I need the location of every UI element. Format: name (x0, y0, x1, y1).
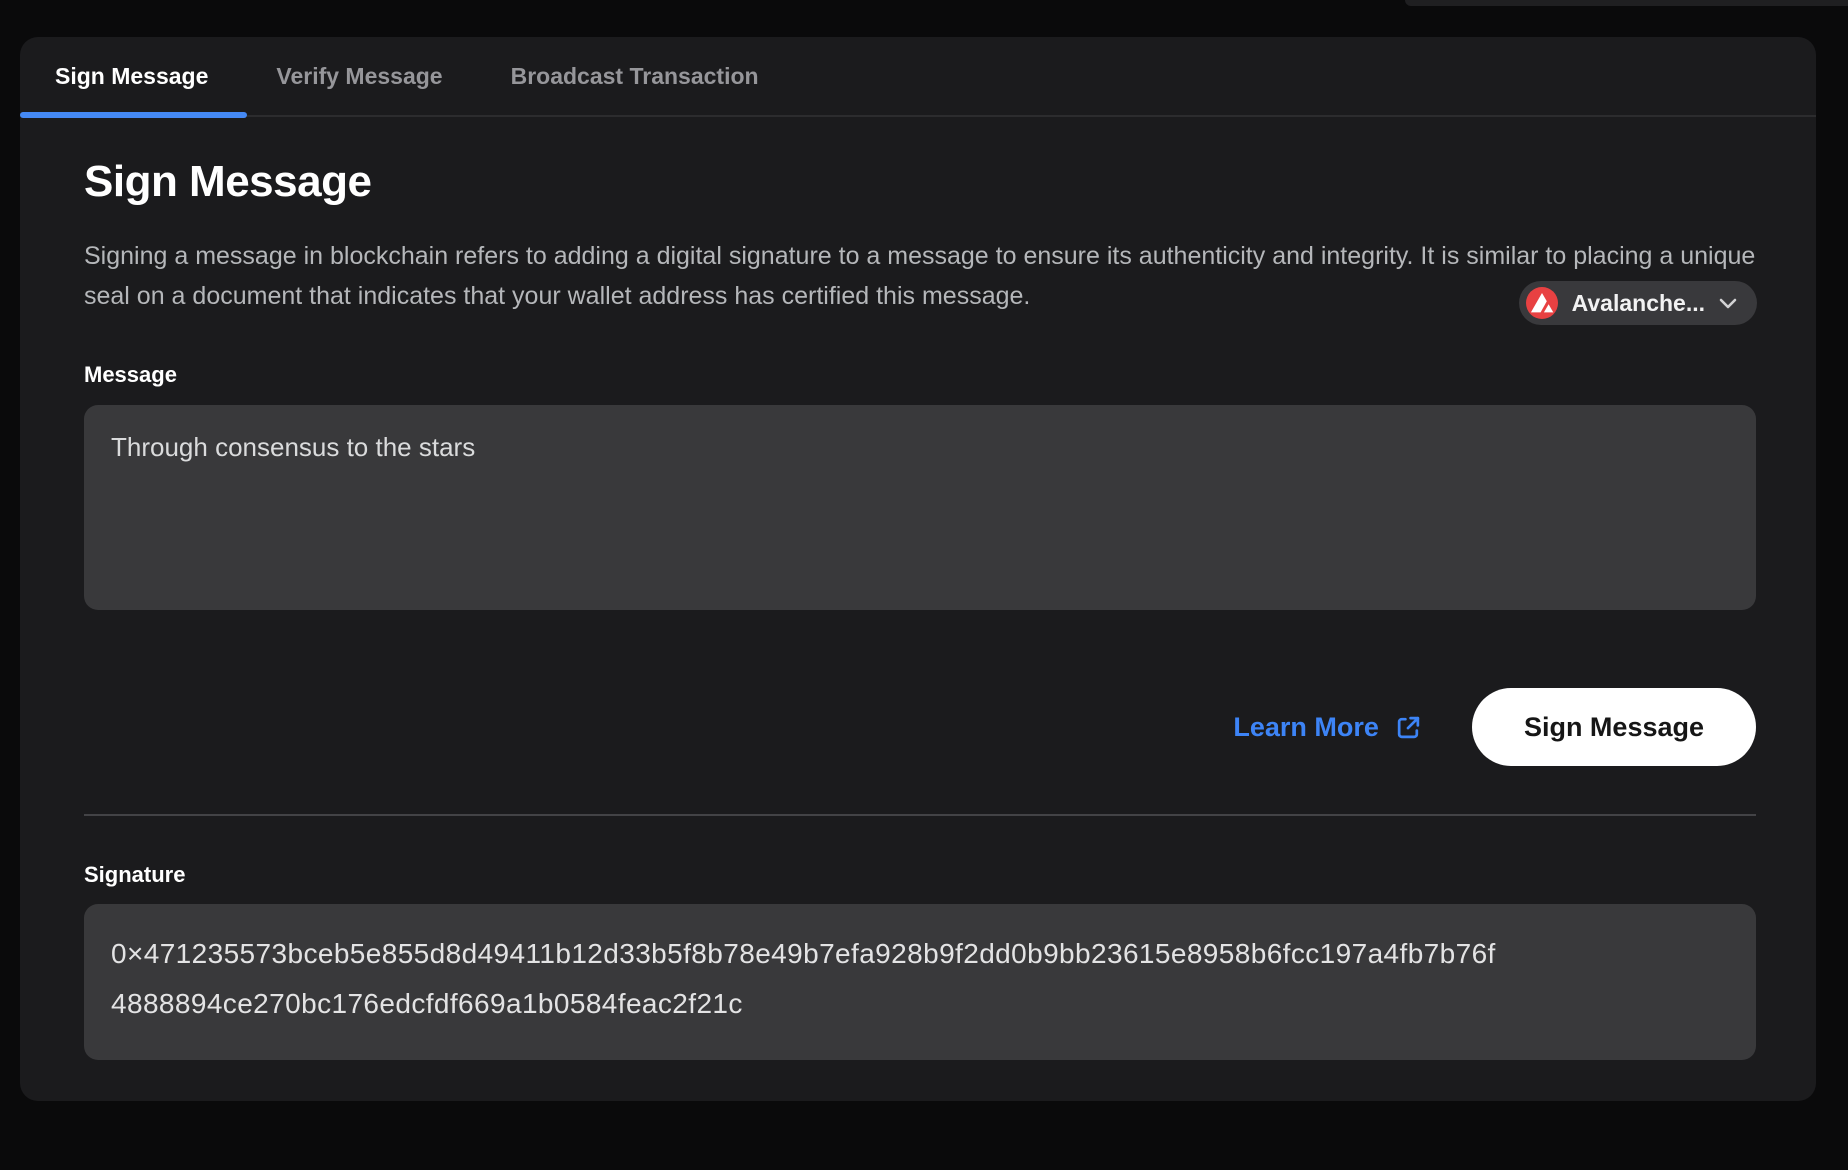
avalanche-icon (1526, 287, 1558, 319)
signer-card: Sign Message Verify Message Broadcast Tr… (20, 37, 1816, 1101)
tab-bar: Sign Message Verify Message Broadcast Tr… (20, 37, 1816, 117)
learn-more-label: Learn More (1233, 712, 1379, 743)
actions-row: Learn More Sign Message (84, 688, 1756, 766)
tab-sign-message[interactable]: Sign Message (55, 63, 208, 90)
section-divider (84, 814, 1756, 816)
signature-value: 0×471235573bceb5e855d8d49411b12d33b5f8b7… (111, 929, 1511, 1029)
tab-verify-message[interactable]: Verify Message (276, 63, 442, 90)
sign-message-button[interactable]: Sign Message (1472, 688, 1756, 766)
cropped-overlay-edge (1405, 0, 1848, 6)
chevron-down-icon (1719, 298, 1737, 309)
learn-more-link[interactable]: Learn More (1233, 712, 1422, 743)
signature-output[interactable]: 0×471235573bceb5e855d8d49411b12d33b5f8b7… (84, 904, 1756, 1060)
message-label: Message (84, 362, 1756, 388)
external-link-icon (1395, 714, 1422, 741)
tab-broadcast-transaction[interactable]: Broadcast Transaction (511, 63, 759, 90)
active-tab-indicator (20, 112, 247, 118)
tab-panel-sign-message: Sign Message Avalanche... Signing a mess… (20, 158, 1816, 1060)
network-selector[interactable]: Avalanche... (1519, 281, 1757, 325)
page-title: Sign Message (84, 158, 1756, 206)
signature-label: Signature (84, 862, 1756, 888)
message-input[interactable]: Through consensus to the stars (84, 405, 1756, 610)
description-text: Signing a message in blockchain refers t… (84, 236, 1756, 316)
network-label: Avalanche... (1572, 290, 1705, 317)
